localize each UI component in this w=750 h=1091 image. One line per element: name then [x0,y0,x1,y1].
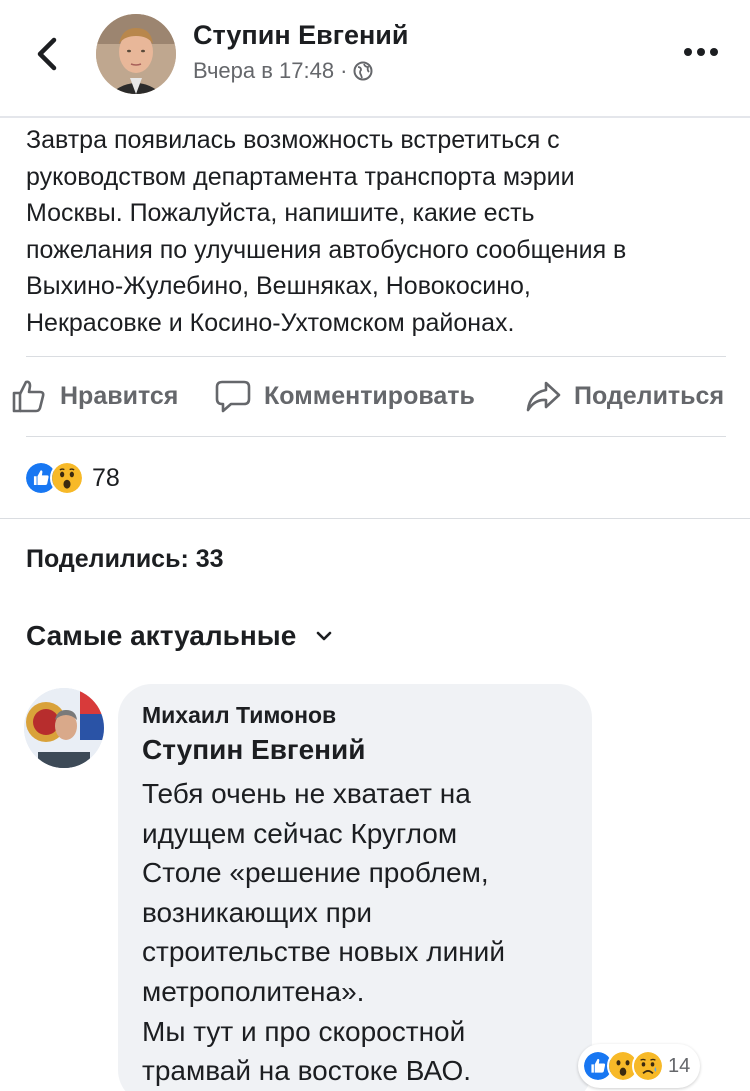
share-button[interactable]: Поделиться [524,376,724,416]
globe-icon [353,61,373,81]
chevron-left-icon [37,37,57,71]
commenter-photo [24,688,104,768]
post-header: Ступин Евгений Вчера в 17:48 · [0,0,750,118]
action-bar: Нравится Комментировать Поделиться [0,364,750,428]
comment-bubble-icon [215,380,251,413]
author-photo [96,14,176,94]
like-button[interactable]: Нравится [10,376,178,416]
comment-reaction-count: 14 [668,1054,691,1077]
post-meta: Вчера в 17:48 · [193,58,373,84]
commenter-avatar[interactable] [24,688,104,768]
thumbs-up-icon [12,380,45,413]
comments-sort-dropdown[interactable]: Самые актуальные [26,620,334,652]
post-timestamp[interactable]: Вчера в 17:48 [193,58,334,84]
divider [26,436,726,437]
like-label: Нравится [60,381,179,410]
shares-count[interactable]: Поделились: 33 [26,545,224,574]
more-options-button[interactable] [684,40,720,64]
divider [26,356,726,357]
more-horizontal-icon [684,48,692,56]
share-arrow-icon [526,381,561,412]
author-avatar[interactable] [96,14,176,94]
reactions-summary[interactable]: 78 [24,458,120,498]
wow-reaction-icon [50,461,84,495]
comment-text: Тебя очень не хватает на идущем сейчас К… [142,778,505,1087]
post-text: Завтра появилась возможность встретиться… [26,126,627,337]
comment-label: Комментировать [264,381,475,410]
comment-mention[interactable]: Ступин Евгений [142,734,365,766]
comment-button[interactable]: Комментировать [214,376,475,416]
author-name[interactable]: Ступин Евгений [193,20,409,51]
meta-separator: · [340,58,348,83]
back-button[interactable] [28,34,68,74]
share-label: Поделиться [574,381,725,410]
comment-author[interactable]: Михаил Тимонов [142,702,336,729]
sad-reaction-icon [632,1050,664,1082]
divider [0,518,750,519]
reaction-count: 78 [92,463,120,492]
comment-reactions[interactable]: 14 [578,1044,701,1088]
chevron-down-icon [316,631,332,641]
sort-label: Самые актуальные [26,620,297,651]
